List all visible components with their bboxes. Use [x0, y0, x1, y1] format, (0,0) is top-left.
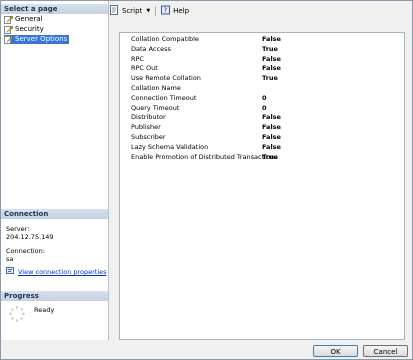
property-value[interactable]: False [262, 35, 281, 45]
progress-header: Progress [1, 291, 108, 301]
view-connection-row: View connection properties [6, 267, 107, 277]
property-row[interactable]: Collation Compatible False [123, 35, 401, 45]
property-name: Subscriber [131, 133, 166, 141]
property-name: Collation Name [131, 84, 181, 92]
property-name: RPC Out [131, 64, 158, 73]
script-icon [110, 5, 120, 17]
property-name: Publisher [131, 123, 161, 132]
property-name: Use Remote Collation [131, 74, 201, 83]
wrench-page-icon [4, 35, 13, 44]
server-label: Server: [6, 225, 30, 233]
help-icon: ? [161, 5, 171, 17]
cancel-button[interactable]: Cancel [363, 345, 408, 357]
property-name: Connection Timeout [131, 93, 197, 102]
ok-button[interactable]: OK [313, 345, 358, 357]
progress-row: Ready [9, 306, 54, 324]
toolbar-separator [155, 6, 157, 16]
property-value[interactable]: True [262, 74, 278, 84]
property-name: Collation Compatible [131, 35, 199, 43]
page-item-general[interactable]: General [4, 15, 45, 24]
property-row[interactable]: Data Access True [123, 45, 401, 55]
property-value[interactable]: False [262, 55, 281, 65]
page-item-server-options[interactable]: Server Options [4, 35, 70, 44]
property-name: Data Access [131, 44, 171, 53]
property-row[interactable]: RPC Out False [123, 64, 401, 74]
property-value[interactable]: 0 [262, 94, 267, 104]
connection-label: Connection: [6, 247, 45, 255]
property-row[interactable]: Query Timeout 0 [123, 104, 401, 114]
property-name: Distributor [131, 113, 166, 122]
toolbar: Script ▼ ? Help [110, 4, 189, 18]
property-value[interactable]: False [262, 143, 281, 153]
help-button[interactable]: ? Help [161, 5, 189, 17]
server-value: 204.12.75.149 [6, 233, 54, 241]
page-item-label: Server Options [15, 35, 68, 43]
property-value[interactable]: False [262, 133, 281, 143]
property-row[interactable]: Lazy Schema Validation False [123, 143, 401, 153]
wrench-page-icon [4, 25, 13, 34]
property-name: Query Timeout [131, 103, 180, 112]
property-row[interactable]: RPC False [123, 55, 401, 65]
property-row[interactable]: Publisher False [123, 123, 401, 133]
property-name: Enable Promotion of Distributed Transact… [131, 152, 278, 161]
property-value[interactable]: False [262, 113, 281, 123]
property-row[interactable]: Distributor False [123, 113, 401, 123]
property-row[interactable]: Connection Timeout 0 [123, 94, 401, 104]
property-row[interactable]: Subscriber False [123, 133, 401, 143]
property-row[interactable]: Enable Promotion of Distributed Transact… [123, 153, 401, 163]
svg-text:?: ? [164, 7, 168, 15]
property-value[interactable]: 0 [262, 104, 267, 114]
script-dropdown-chevron-down-icon[interactable]: ▼ [146, 8, 150, 14]
script-button[interactable]: Script [110, 5, 142, 17]
property-row[interactable]: Use Remote Collation True [123, 74, 401, 84]
progress-spinner-icon [9, 306, 25, 324]
progress-status: Ready [34, 306, 55, 314]
connection-header: Connection [1, 209, 108, 219]
property-row[interactable]: Collation Name [123, 84, 401, 94]
property-value[interactable]: False [262, 64, 281, 74]
connection-value: sa [6, 255, 14, 263]
page-item-security[interactable]: Security [4, 25, 46, 34]
page-item-label: Security [15, 25, 44, 33]
property-grid: Collation Compatible False Data Access Tru… [119, 32, 405, 340]
wrench-page-icon [4, 15, 13, 24]
property-value[interactable]: False [262, 123, 281, 133]
connection-properties-icon [6, 267, 15, 277]
help-label: Help [173, 7, 190, 15]
property-name: RPC [131, 54, 144, 63]
script-label: Script [122, 7, 143, 15]
property-name: Lazy Schema Validation [131, 142, 209, 151]
property-value[interactable]: True [262, 153, 278, 163]
view-connection-properties-link[interactable]: View connection properties [18, 268, 107, 276]
left-pane: Select a page General Security Server Op… [1, 1, 109, 340]
page-item-label: General [15, 15, 43, 23]
property-value[interactable]: True [262, 45, 278, 55]
select-page-header: Select a page [1, 4, 108, 14]
